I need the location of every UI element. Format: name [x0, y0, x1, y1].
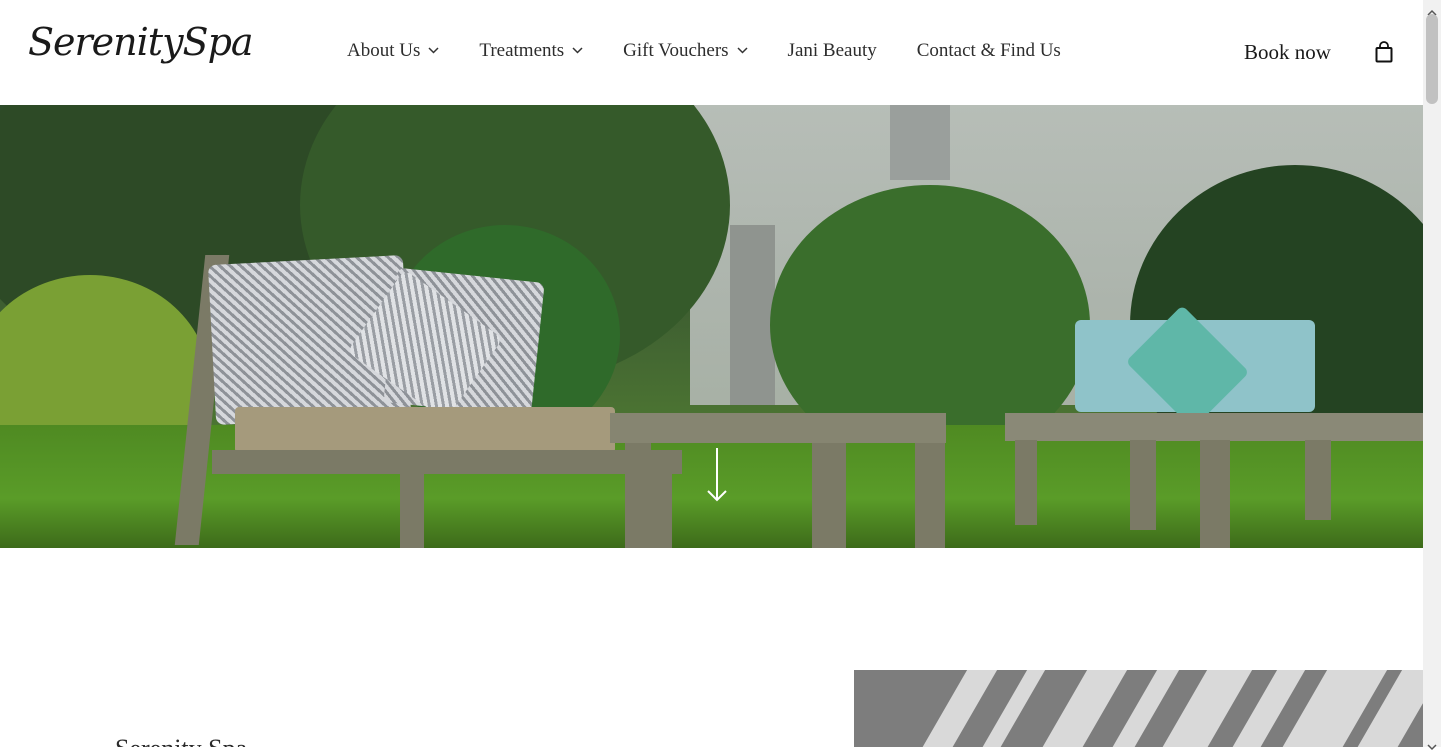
section-heading: Serenity Spa: [115, 736, 247, 747]
nav-item-label: Contact & Find Us: [916, 40, 1061, 61]
chevron-down-icon: [737, 43, 748, 58]
bench-frame: [212, 450, 682, 474]
nav-item-label: Treatments: [479, 40, 565, 61]
scroll-up-icon[interactable]: [1427, 2, 1437, 16]
table-leg: [625, 443, 651, 548]
bench-leg: [1305, 440, 1331, 520]
main-nav: About Us Treatments Gift Vouchers Jani B…: [347, 40, 1101, 62]
nav-item-label: Jani Beauty: [787, 40, 877, 61]
scroll-down-icon[interactable]: [1427, 736, 1437, 751]
chevron-down-icon: [428, 43, 439, 58]
table-top: [610, 413, 946, 443]
hero-doorway: [730, 225, 775, 405]
bench-leg: [1130, 440, 1156, 530]
nav-item-jani-beauty[interactable]: Jani Beauty: [788, 40, 877, 62]
hero-image: [0, 105, 1423, 548]
hero-window: [890, 105, 950, 180]
bench-seat: [235, 407, 615, 453]
scrollbar-thumb[interactable]: [1426, 14, 1438, 104]
page-scrollbar[interactable]: [1423, 0, 1441, 751]
bench-leg: [1015, 440, 1037, 525]
nav-item-contact[interactable]: Contact & Find Us: [917, 40, 1061, 62]
book-now-link[interactable]: Book now: [1244, 40, 1331, 65]
bench-leg: [650, 450, 672, 548]
shopping-bag-icon[interactable]: [1375, 41, 1393, 63]
table-leg: [812, 443, 846, 548]
nav-item-label: About Us: [347, 40, 421, 61]
nav-item-treatments[interactable]: Treatments: [479, 40, 583, 62]
bench-leg: [1200, 440, 1230, 548]
nav-item-gift-vouchers[interactable]: Gift Vouchers: [623, 40, 748, 62]
palm-shadow-image: [854, 670, 1423, 747]
site-logo[interactable]: SerenitySpa: [28, 20, 254, 64]
nav-item-about-us[interactable]: About Us: [347, 40, 439, 62]
nav-item-label: Gift Vouchers: [623, 40, 729, 61]
chevron-down-icon: [572, 43, 583, 58]
bench-frame: [1005, 413, 1423, 441]
arrow-down-icon[interactable]: [706, 448, 728, 504]
table-leg: [915, 443, 945, 548]
site-header: SerenitySpa About Us Treatments Gift Vou…: [0, 0, 1423, 105]
bench-leg: [400, 450, 424, 548]
